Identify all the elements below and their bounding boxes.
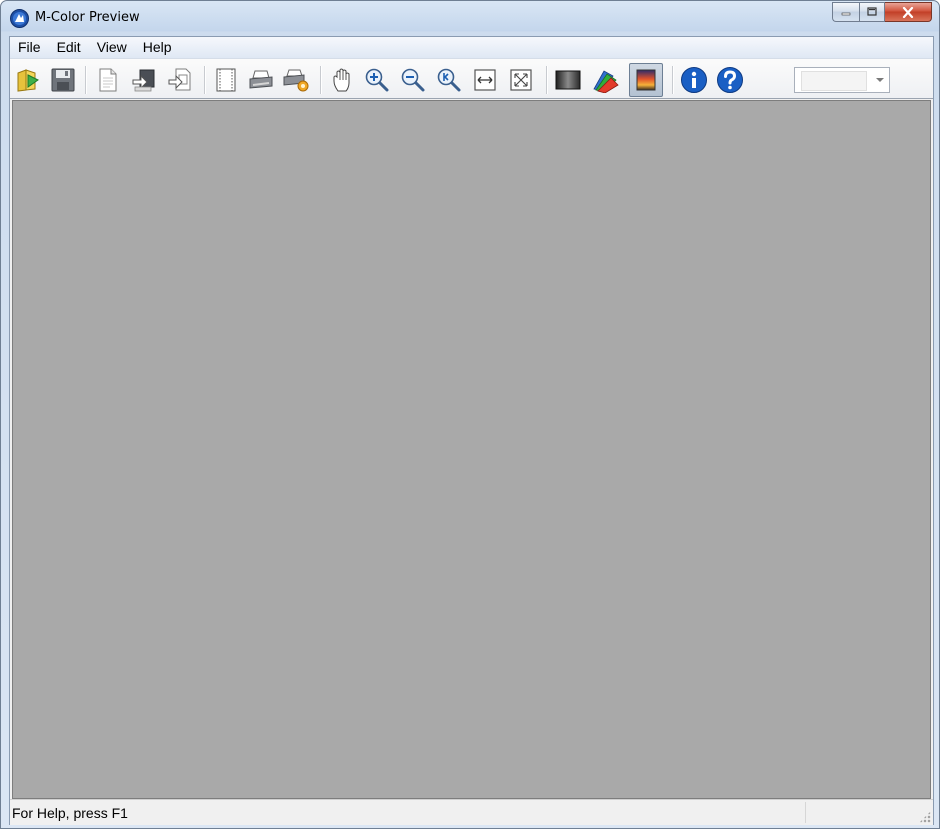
page-frame-button[interactable] bbox=[211, 65, 241, 95]
menu-edit[interactable]: Edit bbox=[49, 38, 89, 57]
close-icon bbox=[902, 6, 914, 18]
toolbar bbox=[10, 59, 933, 99]
grayscale-button[interactable] bbox=[553, 65, 583, 95]
import-icon bbox=[132, 69, 155, 92]
maximize-button[interactable] bbox=[859, 2, 885, 22]
hand-pan-icon bbox=[333, 68, 350, 92]
main-window: M-Color Preview File Edit View Help For … bbox=[0, 0, 940, 829]
help-icon bbox=[717, 67, 743, 93]
zoom-in-icon bbox=[365, 68, 389, 92]
menu-view[interactable]: View bbox=[89, 38, 135, 57]
help-button[interactable] bbox=[715, 65, 745, 95]
window-title: M-Color Preview bbox=[35, 10, 140, 25]
menu-help[interactable]: Help bbox=[135, 38, 180, 57]
title-bar[interactable]: M-Color Preview bbox=[1, 1, 939, 36]
toolbar-separator bbox=[546, 66, 548, 94]
color-preview-button[interactable] bbox=[629, 63, 663, 97]
export-button[interactable] bbox=[165, 65, 195, 95]
app-logo-icon bbox=[10, 9, 29, 28]
print-settings-button[interactable] bbox=[282, 65, 312, 95]
status-text: For Help, press F1 bbox=[12, 805, 128, 821]
open-button[interactable] bbox=[13, 65, 43, 95]
caption-buttons bbox=[832, 2, 932, 24]
toolbar-separator bbox=[204, 66, 206, 94]
toolbar-separator bbox=[320, 66, 322, 94]
maximize-icon bbox=[867, 7, 877, 16]
import-button[interactable] bbox=[129, 65, 159, 95]
export-icon bbox=[168, 68, 191, 91]
preview-canvas[interactable] bbox=[12, 100, 931, 799]
zoom-level-value bbox=[801, 71, 867, 91]
zoom-out-button[interactable] bbox=[398, 65, 428, 95]
resize-grip-icon[interactable] bbox=[919, 811, 931, 823]
zoom-level-select[interactable] bbox=[794, 67, 890, 93]
save-icon bbox=[51, 68, 75, 92]
info-icon bbox=[681, 67, 707, 93]
minimize-icon bbox=[841, 12, 851, 16]
status-pane-divider bbox=[805, 802, 806, 823]
open-folder-icon bbox=[17, 69, 39, 92]
zoom-out-icon bbox=[401, 68, 425, 92]
client-area: File Edit View Help For Help, press F1 bbox=[9, 36, 934, 825]
status-bar: For Help, press F1 bbox=[10, 799, 933, 825]
print-button[interactable] bbox=[246, 65, 276, 95]
color-palette-icon bbox=[593, 70, 619, 93]
fit-page-button[interactable] bbox=[506, 65, 536, 95]
new-page-icon bbox=[99, 68, 117, 92]
new-button[interactable] bbox=[93, 65, 123, 95]
printer-icon bbox=[249, 70, 273, 89]
menu-file[interactable]: File bbox=[10, 38, 49, 57]
printer-settings-icon bbox=[283, 69, 309, 92]
fit-width-icon bbox=[474, 69, 496, 91]
info-button[interactable] bbox=[679, 65, 709, 95]
color-palette-button[interactable] bbox=[590, 65, 620, 95]
toolbar-separator bbox=[85, 66, 87, 94]
zoom-actual-icon bbox=[437, 68, 461, 92]
fit-page-icon bbox=[510, 69, 532, 91]
page-frame-icon bbox=[216, 68, 236, 92]
zoom-actual-button[interactable] bbox=[434, 65, 464, 95]
pan-button[interactable] bbox=[328, 65, 358, 95]
chevron-down-icon[interactable] bbox=[876, 78, 884, 82]
menu-bar: File Edit View Help bbox=[10, 37, 933, 59]
fit-width-button[interactable] bbox=[470, 65, 500, 95]
save-button[interactable] bbox=[48, 65, 78, 95]
toolbar-separator bbox=[672, 66, 674, 94]
color-preview-icon bbox=[636, 69, 656, 91]
close-button[interactable] bbox=[885, 2, 932, 22]
grayscale-icon bbox=[555, 70, 581, 90]
zoom-in-button[interactable] bbox=[362, 65, 392, 95]
minimize-button[interactable] bbox=[832, 2, 859, 22]
